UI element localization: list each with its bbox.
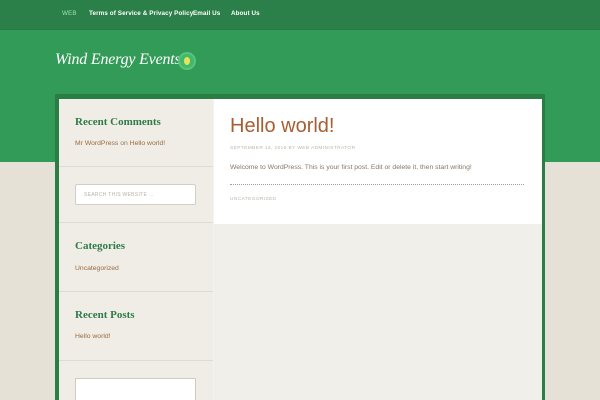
sidebar-divider (59, 360, 213, 361)
wind-badge-icon (180, 54, 194, 68)
comment-author-link[interactable]: Mr WordPress (75, 140, 118, 147)
post-meta: SEPTEMBER 16, 2015 BY WEB ADMINISTRATOR (230, 146, 356, 151)
recent-post-link[interactable]: Hello world! (75, 333, 111, 340)
post-body: Welcome to WordPress. This is your first… (230, 164, 472, 171)
calendar-widget (75, 378, 196, 400)
recent-comment-item: Mr WordPress on Hello world! (75, 140, 165, 147)
sidebar-divider (59, 222, 213, 223)
site-title[interactable]: Wind Energy Events (55, 51, 181, 69)
main-background (214, 224, 542, 400)
category-link-uncategorized[interactable]: Uncategorized (75, 265, 119, 272)
nav-item-email-us[interactable]: Email Us (193, 10, 220, 17)
post-divider (230, 184, 524, 185)
top-navigation: WEB Terms of Service & Privacy Policy Em… (0, 0, 600, 30)
comment-on-text: on (120, 140, 128, 147)
comment-post-link[interactable]: Hello world! (130, 140, 166, 147)
nav-item-about-us[interactable]: About Us (231, 10, 260, 17)
post-title[interactable]: Hello world! (230, 115, 334, 138)
sidebar-divider (59, 291, 213, 292)
recent-posts-heading: Recent Posts (75, 309, 135, 321)
categories-heading: Categories (75, 240, 126, 252)
post-category-link[interactable]: UNCATEGORIZED (230, 197, 276, 202)
nav-item-terms[interactable]: Terms of Service & Privacy Policy (89, 10, 193, 17)
recent-comments-heading: Recent Comments (75, 116, 161, 128)
sidebar-divider (59, 166, 213, 167)
nav-item-web[interactable]: WEB (62, 10, 77, 17)
search-input[interactable]: SEARCH THIS WEBSITE … (75, 184, 196, 205)
